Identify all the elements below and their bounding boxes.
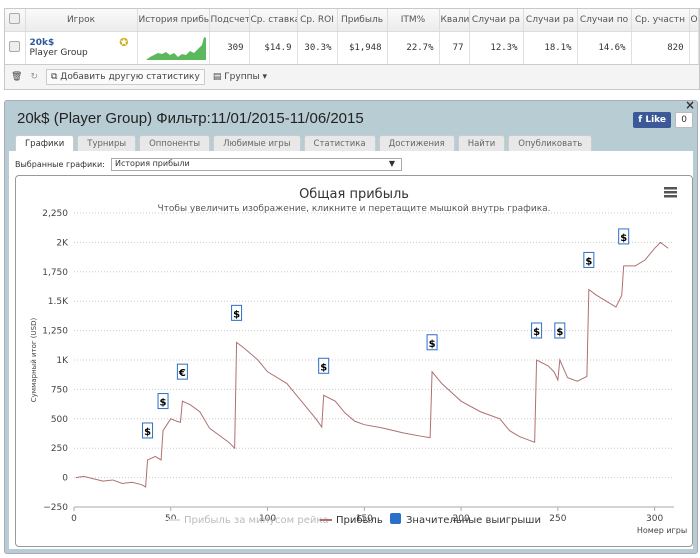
facebook-like-button[interactable]: f Like [633, 112, 671, 128]
groups-label: Группы [224, 72, 260, 82]
y-tick-label: 1K [56, 356, 69, 366]
col-header[interactable]: Ср. ROI [297, 9, 338, 32]
x-axis-label: Номер игры [637, 526, 687, 535]
like-label: Like [645, 115, 666, 125]
col-header[interactable]: Ср. участн [631, 9, 690, 32]
big-win-marker-label: € [178, 368, 186, 379]
y-tick-label: 1,250 [42, 327, 68, 337]
legend-net-profit: Прибыль за минусом рейка [184, 515, 329, 526]
y-tick-label: −250 [43, 503, 68, 513]
chart-menu-icon[interactable] [664, 187, 677, 198]
like-count: 0 [675, 112, 693, 128]
col-header[interactable]: Случаи по [577, 9, 632, 32]
y-tick-label: 2K [56, 238, 69, 248]
big-win-marker-label: $ [556, 327, 563, 338]
panel-title: 20k$ (Player Group) Фильтр:11/01/2015-11… [17, 110, 364, 127]
y-tick-label: 1,750 [42, 268, 68, 278]
profit-sparkline [137, 31, 210, 65]
x-tick-label: 0 [71, 514, 77, 524]
legend-big-wins: Значительные выигрыши [406, 515, 541, 526]
col-header[interactable]: Прибыль [337, 9, 388, 32]
header-row: Игрок История прибыли Подсчет Ср. ставка… [5, 9, 699, 32]
big-win-marker-label: $ [233, 309, 240, 320]
col-header[interactable]: Игрок [25, 9, 138, 32]
big-win-marker-label: $ [144, 427, 151, 438]
big-win-marker-label: $ [533, 327, 540, 338]
cell: 12.3% [469, 31, 524, 65]
y-axis-label: Суммарный итог (USD) [30, 318, 38, 403]
refresh-icon[interactable]: ↻ [30, 72, 38, 82]
profit-chart[interactable]: Общая прибыль Чтобы увеличить изображение… [15, 175, 693, 547]
big-win-marker-label: $ [429, 339, 436, 350]
col-header[interactable]: Квали [439, 9, 470, 32]
y-tick-label: 250 [51, 444, 68, 454]
big-win-marker-label: $ [585, 256, 592, 267]
col-header[interactable]: О [689, 9, 699, 32]
select-all-checkbox[interactable] [5, 9, 26, 32]
cell [689, 31, 699, 65]
cell: 18.1% [523, 31, 578, 65]
chart-select-value: История прибыли [115, 159, 190, 168]
col-header[interactable]: Случаи ра [523, 9, 578, 32]
cell: 309 [209, 31, 250, 65]
series-line-profit [75, 241, 669, 488]
chart-select[interactable]: История прибыли ▼ [111, 158, 402, 171]
y-tick-label: 750 [51, 385, 68, 395]
player-panel: 20k$ (Player Group) Фильтр:11/01/2015-11… [4, 98, 698, 554]
trash-icon[interactable]: 🗑 [11, 72, 22, 82]
cell: 820 [631, 31, 690, 65]
player-link[interactable]: 20k$ [30, 38, 132, 48]
y-tick-label: 2,250 [42, 209, 68, 219]
col-header[interactable]: Подсчет [209, 9, 250, 32]
table-row: 20k$ Player Group ✪ 309 $14.9 30.3% $1,9… [5, 31, 699, 65]
cell: $1,948 [337, 31, 388, 65]
close-icon[interactable]: × [685, 98, 695, 112]
legend-big-wins-swatch [390, 513, 401, 524]
x-tick-label: 250 [549, 514, 566, 524]
add-stat-label: Добавить другую статистику [60, 72, 200, 82]
select-label: Выбранные графики: [15, 160, 105, 169]
cell: 30.3% [297, 31, 338, 65]
chart-title: Общая прибыль [299, 187, 409, 202]
x-tick-label: 300 [646, 514, 663, 524]
col-header[interactable]: ITM% [387, 9, 440, 32]
col-header[interactable]: История прибыли [137, 9, 210, 32]
y-tick-label: 1.5K [48, 297, 69, 307]
y-tick-label: 500 [51, 415, 68, 425]
row-checkbox[interactable] [5, 31, 26, 65]
cell: 77 [439, 31, 470, 65]
chart-svg[interactable]: Общая прибыльЧтобы увеличить изображение… [16, 176, 692, 546]
big-win-marker-label: $ [320, 362, 327, 373]
award-icon: ✪ [119, 36, 129, 49]
big-win-marker-label: $ [620, 233, 627, 244]
cell: $14.9 [249, 31, 298, 65]
y-tick-label: 0 [62, 474, 68, 484]
groups-dropdown[interactable]: ▤ Группы ▾ [213, 72, 267, 82]
player-group: Player Group [29, 48, 88, 58]
dropdown-arrow-icon: ▼ [388, 159, 395, 168]
add-stat-button[interactable]: ⧉ Добавить другую статистику [45, 69, 205, 85]
cell: 14.6% [577, 31, 632, 65]
cell: 22.7% [387, 31, 440, 65]
stats-grid: Игрок История прибыли Подсчет Ср. ставка… [4, 8, 700, 90]
col-header[interactable]: Ср. ставка [249, 9, 298, 32]
col-header[interactable]: Случаи ра [469, 9, 524, 32]
legend-profit: Прибыль [336, 515, 383, 526]
big-win-marker-label: $ [160, 398, 167, 409]
